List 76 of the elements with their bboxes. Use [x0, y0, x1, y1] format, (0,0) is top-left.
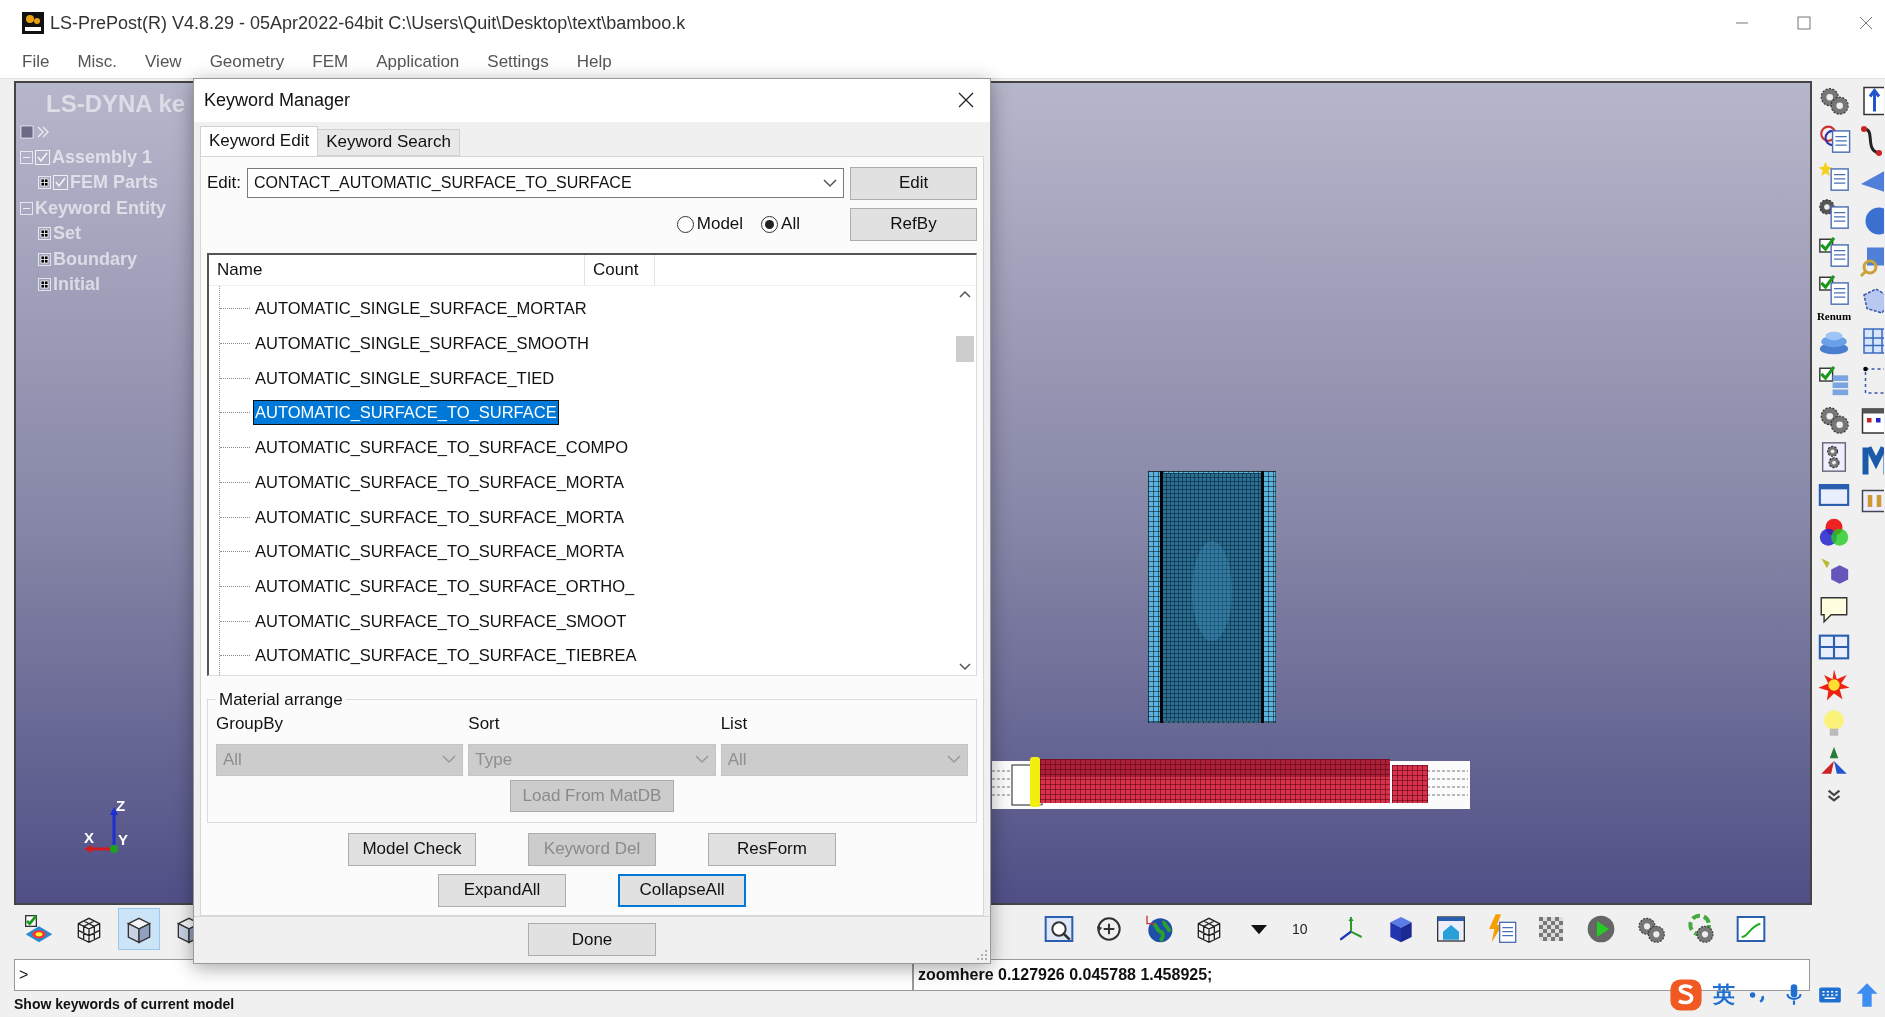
- action-button[interactable]: ExpandAll: [438, 873, 566, 907]
- gear-list-icon[interactable]: [1817, 197, 1851, 231]
- list-item[interactable]: AUTOMATIC_SINGLE_SURFACE_TIED: [254, 366, 556, 390]
- menu-item[interactable]: Geometry: [209, 52, 285, 72]
- globe-icon[interactable]: [1143, 913, 1175, 945]
- checkbox[interactable]: [35, 149, 50, 165]
- action-button[interactable]: CollapseAll: [618, 873, 746, 907]
- keyword-combobox[interactable]: CONTACT_AUTOMATIC_SURFACE_TO_SURFACE: [247, 168, 845, 199]
- close-icon[interactable]: [1859, 16, 1873, 30]
- list-item[interactable]: AUTOMATIC_SURFACE_TO_SURFACE_COMPO: [254, 436, 630, 460]
- list-item[interactable]: AUTOMATIC_SURFACE_TO_SURFACE_MORTA: [254, 540, 625, 564]
- list-item[interactable]: AUTOMATIC_SURFACE_TO_SURFACE_MORTA: [254, 505, 625, 529]
- axis-triad-icon: [84, 807, 118, 853]
- axis-label: Z: [116, 799, 126, 814]
- list-item[interactable]: AUTOMATIC_SINGLE_SURFACE_SMOOTH: [254, 332, 591, 356]
- star-list-icon[interactable]: [1817, 159, 1851, 193]
- app-logo-icon: [22, 12, 44, 34]
- scroll-down-icon[interactable]: [959, 662, 971, 671]
- action-button[interactable]: Model Check: [348, 832, 476, 866]
- list-item[interactable]: AUTOMATIC_SURFACE_TO_SURFACE_TIEBREA: [254, 644, 638, 668]
- expand-icon[interactable]: [38, 176, 51, 190]
- edit-button[interactable]: Edit: [850, 166, 977, 200]
- zoom-window-icon[interactable]: [1043, 913, 1075, 945]
- menu-item[interactable]: File: [22, 52, 50, 72]
- list-item[interactable]: AUTOMATIC_SURFACE_TO_SURFACE_ORTHO_: [254, 574, 636, 598]
- list-item[interactable]: AUTOMATIC_SURFACE_TO_SURFACE: [254, 401, 558, 425]
- axis-label: Y: [118, 831, 128, 848]
- check-list-icon[interactable]: [1817, 273, 1851, 307]
- radio-button[interactable]: Model: [676, 214, 744, 235]
- expand-icon[interactable]: [38, 278, 51, 292]
- burst-icon[interactable]: [1817, 668, 1851, 702]
- list-item[interactable]: AUTOMATIC_SINGLE_SURFACE_MORTAR: [254, 297, 588, 321]
- check-list-icon[interactable]: [1817, 235, 1851, 269]
- expand-icon[interactable]: [38, 227, 51, 241]
- menu-item[interactable]: Application: [376, 52, 460, 72]
- menu-item[interactable]: Help: [576, 52, 612, 72]
- field-label: Edit:: [207, 173, 242, 194]
- window-title: LS-PrePost(R) V4.8.29 - 05Apr2022-64bit C:\Users\Quit\Desktop\text\bamboo.k: [50, 12, 686, 34]
- check-stack-icon[interactable]: [1817, 364, 1851, 398]
- expand-icon[interactable]: [38, 252, 51, 266]
- list-item[interactable]: AUTOMATIC_SURFACE_TO_SURFACE_MORTA: [254, 470, 625, 494]
- chevron-down-icon: [694, 755, 709, 765]
- field-label: Sort: [468, 713, 501, 734]
- field-label: GroupBy: [216, 713, 285, 734]
- input-method-icon[interactable]: [1669, 978, 1703, 1012]
- menu-item[interactable]: Misc.: [77, 52, 118, 72]
- action-button[interactable]: ResForm: [708, 832, 836, 866]
- radio-button[interactable]: All: [761, 214, 800, 235]
- menu-item[interactable]: FEM: [312, 52, 349, 72]
- done-button[interactable]: Done: [528, 923, 656, 957]
- home-window-icon[interactable]: [1434, 913, 1467, 945]
- column-header[interactable]: Count: [585, 254, 655, 285]
- group-title: Material arrange: [218, 689, 344, 710]
- column-header[interactable]: Name: [209, 254, 585, 285]
- menu-item[interactable]: Settings: [487, 52, 549, 72]
- chevron-down-icon: [947, 755, 961, 765]
- field-label: List: [720, 713, 749, 734]
- checkbox[interactable]: [53, 175, 68, 191]
- status-text: Show keywords of current model: [13, 995, 236, 1013]
- dialog-title: Keyword Manager: [204, 89, 351, 111]
- resize-grip-icon[interactable]: [977, 950, 987, 960]
- tab[interactable]: Keyword Edit: [200, 125, 319, 156]
- list-item[interactable]: AUTOMATIC_SURFACE_TO_SURFACE_SMOOT: [254, 609, 628, 633]
- chevron-down-icon: [442, 755, 457, 765]
- axis-label: X: [84, 829, 94, 846]
- chart-window-icon[interactable]: [1734, 913, 1767, 945]
- zoom-level: 10: [1291, 921, 1309, 937]
- menu-item[interactable]: View: [145, 52, 182, 72]
- surface-plot-icon[interactable]: [23, 913, 55, 945]
- renum-label: Renum: [1816, 311, 1852, 322]
- chevron-down-icon: [823, 178, 838, 188]
- square-icon[interactable]: [20, 124, 34, 139]
- scroll-up-icon[interactable]: [959, 289, 971, 298]
- refby-button[interactable]: RefBy: [850, 207, 977, 241]
- tab[interactable]: Keyword Search: [317, 128, 460, 156]
- scroll-thumb[interactable]: [956, 335, 974, 362]
